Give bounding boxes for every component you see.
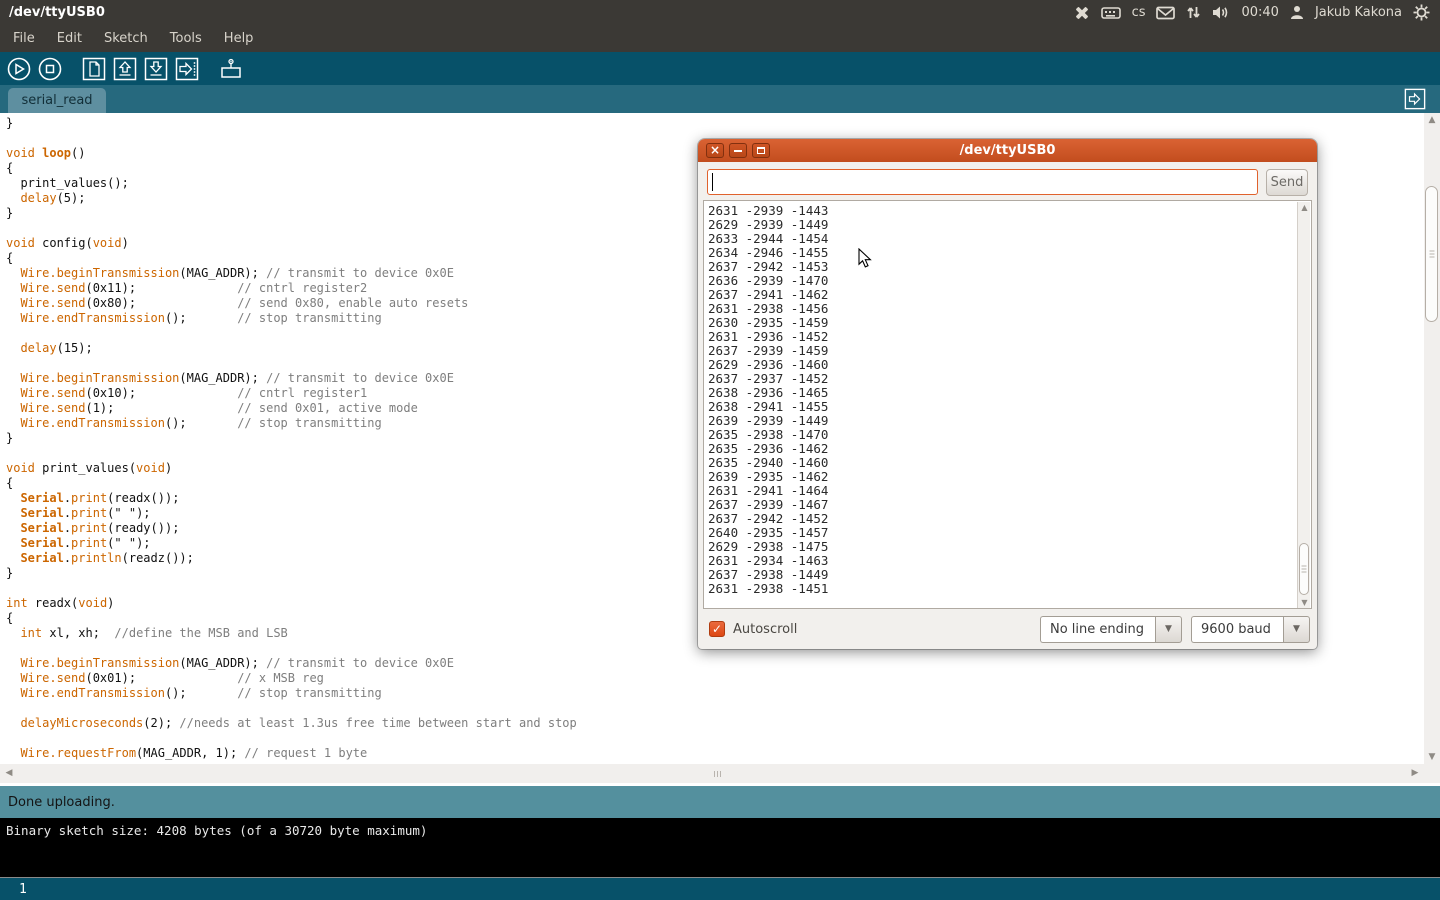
- line-number-strip: 1: [0, 877, 1440, 900]
- workrave-indicator-icon[interactable]: [1074, 5, 1090, 21]
- console-text: Binary sketch size: 4208 bytes (of a 307…: [6, 823, 427, 838]
- serial-output-area[interactable]: 2631 -2939 -14432629 -2939 -14492633 -29…: [703, 200, 1312, 609]
- serial-monitor-window: /dev/ttyUSB0 × Send 2631 -2939 -14432629…: [698, 139, 1317, 649]
- serial-lines: 2631 -2939 -14432629 -2939 -14492633 -29…: [704, 201, 1311, 596]
- open-sketch-button[interactable]: [112, 56, 138, 82]
- maximize-button[interactable]: [752, 143, 770, 158]
- scroll-left-arrow-icon[interactable]: ◀: [2, 764, 16, 783]
- baud-rate-value[interactable]: 9600 baud: [1191, 616, 1283, 643]
- serial-window-titlebar[interactable]: /dev/ttyUSB0 ×: [698, 139, 1317, 162]
- menu-edit[interactable]: Edit: [46, 25, 93, 52]
- tab-label: serial_read: [21, 93, 92, 108]
- scroll-right-arrow-icon[interactable]: ▶: [1408, 764, 1422, 783]
- system-tray: cs 00:40 Jakub Kakona: [1074, 4, 1440, 21]
- upload-button[interactable]: [174, 56, 200, 82]
- serial-vscroll-thumb[interactable]: [1299, 543, 1309, 595]
- user-name[interactable]: Jakub Kakona: [1315, 5, 1402, 20]
- tab-menu-button[interactable]: [1404, 88, 1426, 110]
- upload-right-arrow-icon: [175, 57, 199, 81]
- menu-tools[interactable]: Tools: [159, 25, 213, 52]
- tab-bar: serial_read: [0, 85, 1440, 113]
- serial-scroll-down-icon[interactable]: ▼: [1298, 597, 1311, 609]
- down-arrow-icon: [144, 57, 168, 81]
- autoscroll-label[interactable]: Autoscroll: [733, 622, 797, 637]
- editor-horizontal-scrollbar[interactable]: ◀ ▶: [0, 764, 1424, 783]
- stop-icon: [37, 56, 63, 82]
- serial-window-title: /dev/ttyUSB0: [698, 143, 1317, 158]
- save-sketch-button[interactable]: [143, 56, 169, 82]
- minimize-button[interactable]: [729, 143, 747, 158]
- serial-input-field[interactable]: [707, 169, 1258, 195]
- status-message: Done uploading.: [8, 795, 115, 810]
- serial-monitor-icon: [218, 57, 244, 81]
- session-gear-icon[interactable]: [1413, 4, 1430, 21]
- baud-rate-select[interactable]: 9600 baud ▼: [1191, 616, 1310, 643]
- window-title: /dev/ttyUSB0: [0, 5, 105, 20]
- send-button-label: Send: [1271, 175, 1304, 190]
- line-ending-select[interactable]: No line ending ▼: [1040, 616, 1182, 643]
- serial-vertical-scrollbar[interactable]: ▲ ▼: [1297, 202, 1310, 609]
- chevron-down-icon[interactable]: ▼: [1283, 616, 1310, 643]
- window-controls: ×: [698, 143, 770, 158]
- checkmark-icon: ✓: [712, 622, 722, 636]
- status-bar: Done uploading.: [0, 786, 1440, 818]
- current-line-number: 1: [19, 882, 27, 897]
- editor-vertical-scrollbar[interactable]: ▲ ▼: [1424, 113, 1440, 764]
- serial-send-row: Send: [698, 162, 1317, 202]
- menu-help[interactable]: Help: [213, 25, 265, 52]
- scroll-down-arrow-icon[interactable]: ▼: [1424, 750, 1440, 764]
- new-document-icon: [82, 57, 106, 81]
- text-caret: [712, 173, 713, 191]
- editor-vscroll-thumb[interactable]: [1425, 186, 1438, 322]
- serial-bottom-bar: ✓ Autoscroll No line ending ▼ 9600 baud …: [698, 609, 1317, 649]
- play-icon: [6, 56, 32, 82]
- maximize-icon: [757, 147, 765, 154]
- keyboard-layout-label[interactable]: cs: [1132, 5, 1146, 20]
- menu-file[interactable]: File: [2, 25, 46, 52]
- minimize-icon: [734, 150, 742, 152]
- close-icon: ×: [710, 144, 720, 156]
- volume-icon[interactable]: [1212, 5, 1230, 20]
- menu-bar: File Edit Sketch Tools Help: [0, 25, 1440, 52]
- autoscroll-checkbox[interactable]: ✓: [709, 621, 725, 637]
- user-icon: [1290, 5, 1304, 20]
- line-ending-value[interactable]: No line ending: [1040, 616, 1155, 643]
- network-updown-icon[interactable]: [1186, 5, 1201, 20]
- mail-icon[interactable]: [1156, 6, 1175, 20]
- verify-button[interactable]: [6, 56, 32, 82]
- send-button[interactable]: Send: [1266, 169, 1308, 196]
- scrollbar-corner: [1424, 764, 1440, 783]
- keyboard-layout-icon[interactable]: [1101, 6, 1121, 20]
- menu-sketch[interactable]: Sketch: [93, 25, 159, 52]
- up-arrow-icon: [113, 57, 137, 81]
- console-output: Binary sketch size: 4208 bytes (of a 307…: [0, 818, 1440, 877]
- stop-button[interactable]: [37, 56, 63, 82]
- clock[interactable]: 00:40: [1241, 5, 1278, 20]
- close-button[interactable]: ×: [706, 143, 724, 158]
- chevron-down-icon[interactable]: ▼: [1155, 616, 1182, 643]
- new-sketch-button[interactable]: [81, 56, 107, 82]
- mouse-cursor: [858, 248, 872, 269]
- serial-monitor-button[interactable]: [218, 56, 244, 82]
- scroll-up-arrow-icon[interactable]: ▲: [1424, 113, 1440, 127]
- system-top-bar: /dev/ttyUSB0 cs 00:40: [0, 0, 1440, 25]
- serial-scroll-up-icon[interactable]: ▲: [1298, 202, 1311, 214]
- tab-menu-arrow-icon: [1404, 88, 1426, 110]
- toolbar: [0, 52, 1440, 85]
- tab-serial-read[interactable]: serial_read: [8, 88, 106, 113]
